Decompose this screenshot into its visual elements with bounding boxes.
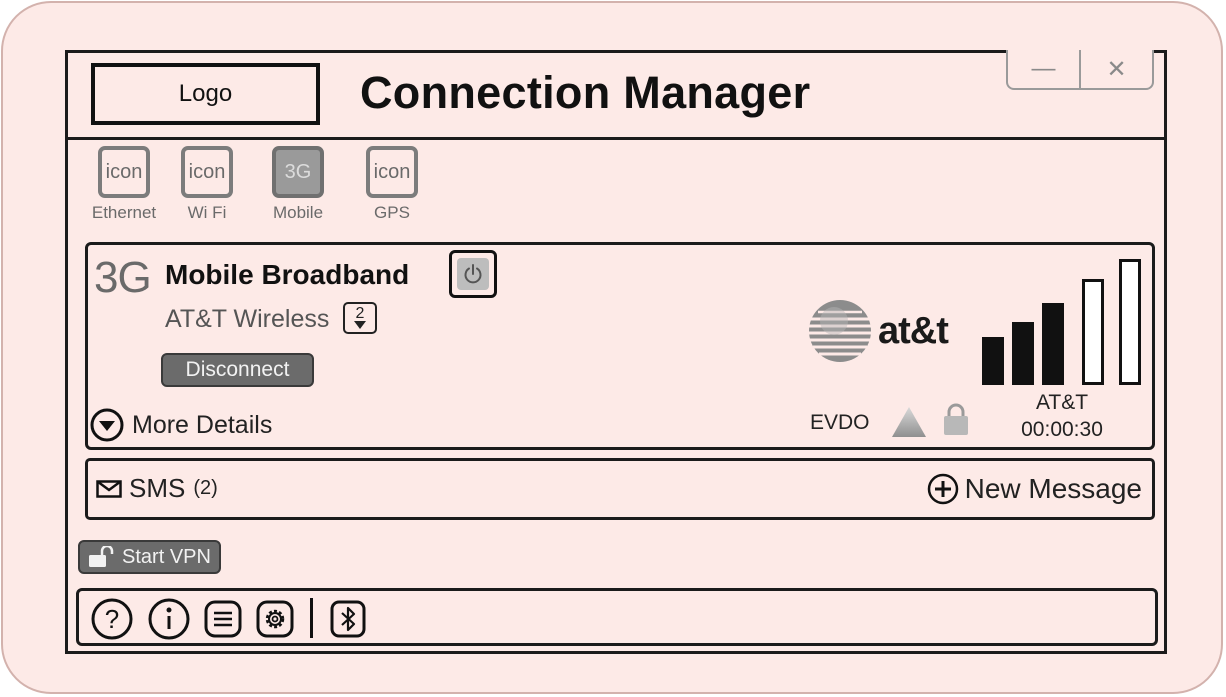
new-message-button[interactable]: New Message xyxy=(927,473,1142,505)
help-button[interactable]: ? xyxy=(91,598,133,640)
power-button[interactable] xyxy=(449,250,497,298)
chevron-down-icon xyxy=(354,321,366,329)
wifi-icon: icon xyxy=(181,146,233,198)
chevron-down-circle-icon xyxy=(90,408,124,442)
signal-carrier-name: AT&T xyxy=(1035,391,1089,414)
mobile-3g-icon: 3G xyxy=(272,146,324,198)
conn-type-mobile[interactable]: 3G Mobile xyxy=(253,146,343,223)
minimize-icon: — xyxy=(1031,55,1056,82)
close-icon: ✕ xyxy=(1106,55,1127,83)
minimize-button[interactable]: — xyxy=(1008,50,1081,88)
connection-timer: 00:00:30 xyxy=(1021,418,1103,441)
carrier-count: 2 xyxy=(355,305,365,322)
signal-bar xyxy=(1012,322,1034,385)
sms-inbox-link[interactable]: SMS (2) xyxy=(96,473,218,504)
list-icon xyxy=(204,600,242,638)
brand-text: at&t xyxy=(878,309,949,352)
unlock-icon xyxy=(89,546,114,567)
signal-bar xyxy=(982,337,1004,385)
roaming-triangle-icon xyxy=(892,407,926,437)
conn-type-wifi[interactable]: icon Wi Fi xyxy=(162,146,252,223)
connection-type-bar: icon Ethernet icon Wi Fi 3G Mobile icon … xyxy=(85,146,425,226)
toolbar-divider xyxy=(310,598,313,638)
carrier-selector[interactable]: 2 xyxy=(343,302,377,334)
mobile-broadband-panel: 3G Mobile Broadband AT&T Wireless 2 Disc… xyxy=(85,242,1155,450)
help-icon: ? xyxy=(91,598,133,640)
connection-manager-window: Logo Connection Manager — ✕ icon Etherne… xyxy=(65,50,1167,654)
title-bar: Logo Connection Manager — ✕ xyxy=(68,50,1164,140)
bluetooth-icon xyxy=(330,600,366,638)
conn-type-ethernet[interactable]: icon Ethernet xyxy=(79,146,169,223)
svg-text:?: ? xyxy=(105,604,119,634)
ethernet-icon: icon xyxy=(98,146,150,198)
conn-type-label: GPS xyxy=(374,203,410,222)
panel-title: Mobile Broadband xyxy=(165,259,410,290)
sms-panel: SMS (2) New Message xyxy=(85,458,1155,520)
network-technology: EVDO xyxy=(810,411,870,434)
settings-button[interactable] xyxy=(254,598,296,640)
signal-bar xyxy=(1119,259,1141,385)
conn-type-label: Mobile xyxy=(272,203,324,222)
signal-strength-meter xyxy=(980,253,1150,385)
menu-button[interactable] xyxy=(202,598,244,640)
start-vpn-label: Start VPN xyxy=(122,545,211,568)
new-message-label: New Message xyxy=(964,473,1142,504)
signal-bar xyxy=(1042,303,1064,385)
start-vpn-button[interactable]: Start VPN xyxy=(78,540,221,574)
conn-type-label: Ethernet xyxy=(91,203,157,222)
close-button[interactable]: ✕ xyxy=(1081,50,1152,88)
envelope-icon xyxy=(96,479,122,498)
carrier-name: AT&T Wireless xyxy=(165,305,330,333)
carrier-brand-logo: at&t xyxy=(808,299,949,363)
sms-count: (2) xyxy=(193,477,218,499)
more-details-toggle[interactable]: More Details xyxy=(90,408,272,442)
network-type-label: 3G xyxy=(94,253,152,302)
info-button[interactable] xyxy=(148,598,190,640)
signal-status-text: AT&T 00:00:30 xyxy=(988,389,1136,443)
conn-type-label: Wi Fi xyxy=(187,203,227,222)
power-icon xyxy=(457,258,489,290)
sms-label: SMS xyxy=(129,473,186,503)
window-controls: — ✕ xyxy=(1006,50,1154,90)
lock-icon xyxy=(944,403,968,435)
bluetooth-button[interactable] xyxy=(327,598,369,640)
plus-circle-icon xyxy=(927,473,958,505)
conn-type-gps[interactable]: icon GPS xyxy=(347,146,437,223)
signal-bar xyxy=(1082,279,1104,385)
more-details-label: More Details xyxy=(132,410,273,439)
logo-placeholder: Logo xyxy=(91,63,320,125)
bottom-toolbar: ? xyxy=(76,588,1158,646)
disconnect-button[interactable]: Disconnect xyxy=(161,353,314,387)
settings-icon xyxy=(256,600,294,638)
app-title: Connection Manager xyxy=(360,67,811,118)
device-frame: Logo Connection Manager — ✕ icon Etherne… xyxy=(1,1,1223,694)
info-icon xyxy=(148,598,190,640)
att-globe-icon xyxy=(809,300,871,362)
gps-icon: icon xyxy=(366,146,418,198)
